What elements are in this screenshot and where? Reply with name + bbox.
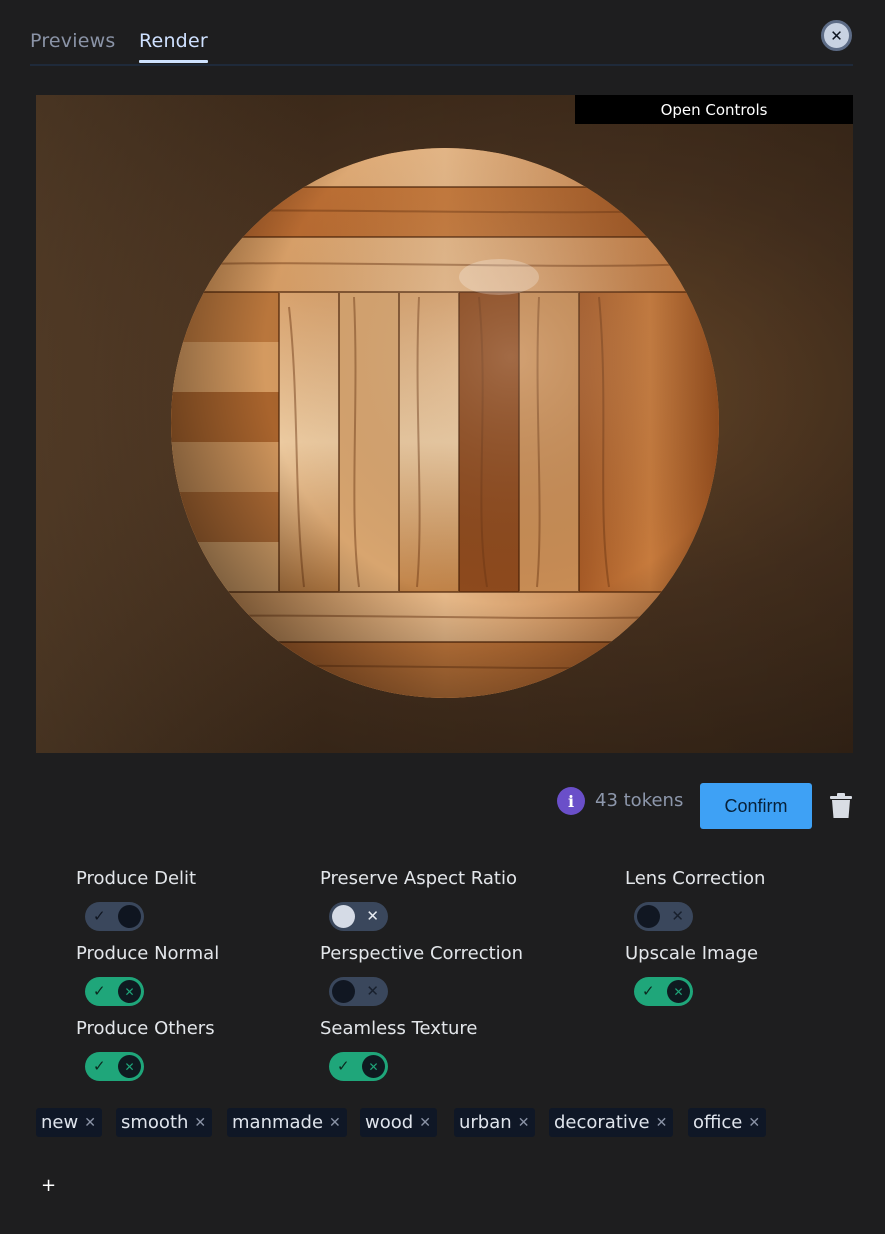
toggle-produce-others[interactable]: ✓ [85, 1052, 144, 1081]
close-button[interactable]: ✕ [821, 20, 852, 51]
option-label-perspective-correction: Perspective Correction [320, 943, 524, 964]
tab-bar: Previews Render [30, 28, 853, 66]
confirm-button[interactable]: Confirm [700, 783, 812, 829]
toggle-seamless-texture[interactable]: ✓ [329, 1052, 388, 1081]
close-icon: ✕ [830, 26, 843, 45]
open-controls-button[interactable]: Open Controls [575, 95, 853, 124]
tag-chip: new ✕ [36, 1108, 102, 1137]
toggle-produce-delit[interactable]: ✓ [85, 902, 144, 931]
remove-tag-icon[interactable]: ✕ [518, 1115, 530, 1131]
add-tag-button[interactable]: + [41, 1175, 56, 1196]
token-count: 43 tokens [595, 790, 684, 811]
toggle-produce-normal[interactable]: ✓ [85, 977, 144, 1006]
option-label-lens-correction: Lens Correction [625, 868, 766, 889]
tag-chip: manmade ✕ [227, 1108, 347, 1137]
remove-tag-icon[interactable]: ✕ [748, 1115, 760, 1131]
tag-chip: office ✕ [688, 1108, 767, 1137]
sphere-image [171, 148, 719, 698]
tab-previews[interactable]: Previews [30, 30, 115, 62]
tag-chip: wood ✕ [360, 1108, 437, 1137]
tag-chip: smooth ✕ [116, 1108, 213, 1137]
option-label-seamless-texture: Seamless Texture [320, 1018, 478, 1039]
toggle-preserve-aspect-ratio[interactable]: ✕ [329, 902, 388, 931]
option-label-produce-normal: Produce Normal [76, 943, 220, 964]
info-icon[interactable]: i [557, 787, 585, 815]
remove-tag-icon[interactable]: ✕ [194, 1115, 206, 1131]
tag-chip: urban ✕ [454, 1108, 536, 1137]
tab-render[interactable]: Render [139, 30, 208, 63]
option-label-upscale-image: Upscale Image [625, 943, 759, 964]
toggle-perspective-correction[interactable]: ✕ [329, 977, 388, 1006]
toggle-upscale-image[interactable]: ✓ [634, 977, 693, 1006]
remove-tag-icon[interactable]: ✕ [329, 1115, 341, 1131]
option-label-produce-delit: Produce Delit [76, 868, 197, 889]
remove-tag-icon[interactable]: ✕ [419, 1115, 431, 1131]
remove-tag-icon[interactable]: ✕ [656, 1115, 668, 1131]
remove-tag-icon[interactable]: ✕ [84, 1115, 96, 1131]
toggle-lens-correction[interactable]: ✕ [634, 902, 693, 931]
trash-icon[interactable] [829, 793, 853, 823]
render-preview: Open Controls [36, 95, 853, 753]
tag-chip: decorative ✕ [549, 1108, 674, 1137]
option-label-preserve-aspect-ratio: Preserve Aspect Ratio [320, 868, 517, 889]
option-label-produce-others: Produce Others [76, 1018, 215, 1039]
wood-sphere-render [169, 147, 721, 703]
